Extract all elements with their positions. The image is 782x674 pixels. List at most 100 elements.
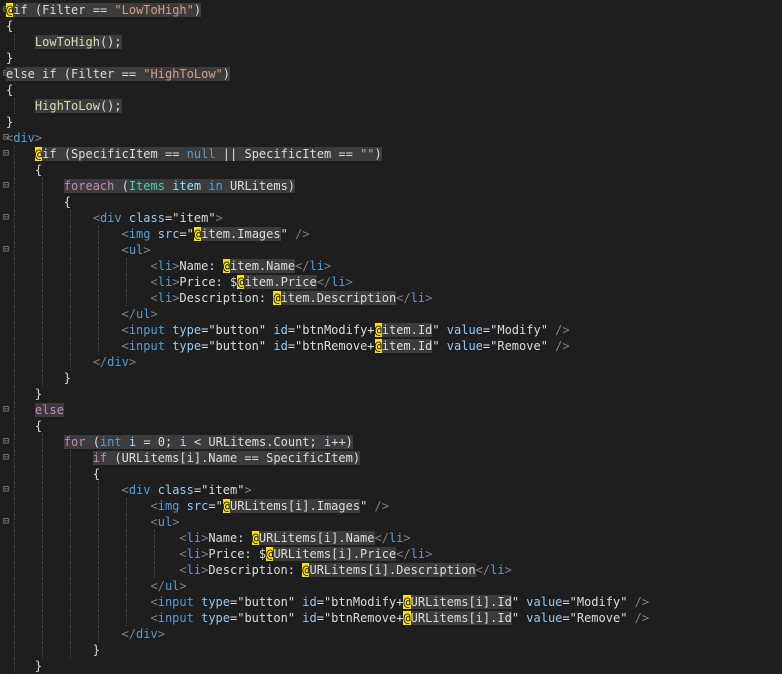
code-line[interactable]: <li>Name: @item.Name</li> bbox=[0, 258, 782, 274]
code-line[interactable]: <li>Name: @URLitems[i].Name</li> bbox=[0, 530, 782, 546]
code-token: (); bbox=[99, 35, 122, 49]
code-token: input bbox=[128, 323, 165, 337]
code-token: URLitems[i].Id bbox=[410, 595, 512, 609]
code-token: Remove bbox=[497, 339, 541, 353]
code-text: } bbox=[6, 114, 13, 130]
code-token: src bbox=[157, 227, 180, 241]
code-token: "HighToLow" bbox=[143, 67, 223, 81]
code-line[interactable]: <input type="button" id="btnRemove+@URLi… bbox=[0, 610, 782, 626]
code-token: > bbox=[425, 291, 433, 305]
code-token: Description: bbox=[208, 563, 303, 577]
code-token: /> bbox=[634, 595, 650, 609]
code-token: img bbox=[128, 227, 151, 241]
code-line[interactable]: ⊟ for (int i = 0; i < URLitems.Count; i+… bbox=[0, 434, 782, 450]
code-line[interactable]: ⊟ <div class="item"> bbox=[0, 482, 782, 498]
code-token: { bbox=[63, 195, 72, 209]
code-line[interactable]: <li>Price: $@URLitems[i].Price</li> bbox=[0, 546, 782, 562]
code-token: div bbox=[99, 211, 122, 225]
code-line[interactable]: ⊟ else bbox=[0, 402, 782, 418]
code-token: btnRemove+ bbox=[331, 611, 404, 625]
code-line[interactable]: } bbox=[0, 50, 782, 66]
code-token: { bbox=[92, 467, 100, 481]
code-line[interactable]: </div> bbox=[0, 354, 782, 370]
code-token: input bbox=[157, 611, 194, 625]
code-line[interactable]: ⊟else if (Filter == "HighToLow") bbox=[0, 66, 782, 82]
code-text: <li>Price: $@item.Price</li> bbox=[6, 274, 353, 290]
code-line[interactable]: ⊟ @if (SpecificItem == null || SpecificI… bbox=[0, 146, 782, 162]
code-line[interactable]: HighToLow(); bbox=[0, 98, 782, 114]
code-token: li bbox=[388, 531, 404, 545]
code-text: <div class="item"> bbox=[6, 210, 223, 226]
code-token: input bbox=[157, 595, 194, 609]
code-token: =" bbox=[230, 611, 245, 625]
code-line[interactable]: { bbox=[0, 82, 782, 98]
code-token: item bbox=[208, 483, 238, 497]
code-token: item bbox=[179, 211, 209, 225]
code-token: > bbox=[150, 307, 158, 321]
code-line[interactable]: <input type="button" id="btnModify+@URLi… bbox=[0, 594, 782, 610]
code-line[interactable]: { bbox=[0, 18, 782, 34]
code-token: SpecificItem bbox=[71, 147, 158, 161]
code-line[interactable]: } bbox=[0, 386, 782, 402]
code-token: =" bbox=[562, 611, 577, 625]
code-token: img bbox=[157, 499, 180, 513]
code-token: i bbox=[128, 435, 137, 449]
code-line[interactable]: ⊟ if (URLitems[i].Name == SpecificItem) bbox=[0, 450, 782, 466]
code-token: li bbox=[157, 259, 173, 273]
code-line[interactable]: } bbox=[0, 658, 782, 674]
code-text: HighToLow(); bbox=[6, 98, 122, 114]
code-text: <input type="button" id="btnRemove+@item… bbox=[6, 338, 570, 354]
code-line[interactable]: ⊟@if (Filter == "LowToHigh") bbox=[0, 2, 782, 18]
code-line[interactable]: ⊟ <ul> bbox=[0, 242, 782, 258]
code-text: <img src="@URLitems[i].Images" /> bbox=[6, 498, 389, 514]
code-line[interactable]: <img src="@URLitems[i].Images" /> bbox=[0, 498, 782, 514]
code-line[interactable]: <input type="button" id="btnModify+@item… bbox=[0, 322, 782, 338]
code-editor[interactable]: ⊟@if (Filter == "LowToHigh"){ LowToHigh(… bbox=[0, 0, 782, 674]
code-token: < bbox=[121, 323, 129, 337]
code-token: ) bbox=[193, 3, 202, 17]
code-line[interactable]: <li>Description: @URLitems[i].Descriptio… bbox=[0, 562, 782, 578]
code-line[interactable]: </ul> bbox=[0, 578, 782, 594]
code-line[interactable]: ⊟ foreach (Items item in URLitems) bbox=[0, 178, 782, 194]
code-line[interactable]: <img src="@item.Images" /> bbox=[0, 226, 782, 242]
code-line[interactable]: </ul> bbox=[0, 306, 782, 322]
code-line[interactable]: { bbox=[0, 162, 782, 178]
code-text: } bbox=[6, 642, 100, 658]
code-line[interactable]: ⊟ <ul> bbox=[0, 514, 782, 530]
code-token: " bbox=[258, 323, 274, 337]
code-line[interactable]: } bbox=[0, 642, 782, 658]
code-token: for bbox=[63, 435, 86, 449]
code-line[interactable]: ⊟ <div> bbox=[0, 130, 782, 146]
code-token: ( bbox=[114, 179, 129, 193]
code-token: SpecificItem bbox=[266, 451, 353, 465]
code-line[interactable]: { bbox=[0, 194, 782, 210]
code-line[interactable]: { bbox=[0, 466, 782, 482]
code-line[interactable]: } bbox=[0, 370, 782, 386]
code-line[interactable]: { bbox=[0, 418, 782, 434]
code-line[interactable]: ⊟ <div class="item"> bbox=[0, 210, 782, 226]
code-text: LowToHigh(); bbox=[6, 34, 122, 50]
code-token: " bbox=[511, 611, 527, 625]
code-text: <li>Name: @item.Name</li> bbox=[6, 258, 331, 274]
code-line[interactable]: </div> bbox=[0, 626, 782, 642]
code-text: <li>Description: @URLitems[i].Descriptio… bbox=[6, 562, 512, 578]
code-token: input bbox=[128, 339, 165, 353]
code-text: } bbox=[6, 370, 71, 386]
code-line[interactable]: } bbox=[0, 114, 782, 130]
code-text: <li>Name: @URLitems[i].Name</li> bbox=[6, 530, 411, 546]
code-line[interactable]: <li>Description: @item.Description</li> bbox=[0, 290, 782, 306]
code-token: =" bbox=[287, 339, 303, 353]
code-line[interactable]: LowToHigh(); bbox=[0, 34, 782, 50]
code-token: btnRemove+ bbox=[302, 339, 375, 353]
code-token: || bbox=[215, 147, 245, 161]
code-line[interactable]: <li>Price: $@item.Price</li> bbox=[0, 274, 782, 290]
code-line[interactable]: <input type="button" id="btnRemove+@item… bbox=[0, 338, 782, 354]
code-token: } bbox=[34, 659, 43, 673]
code-token: == bbox=[114, 67, 144, 81]
